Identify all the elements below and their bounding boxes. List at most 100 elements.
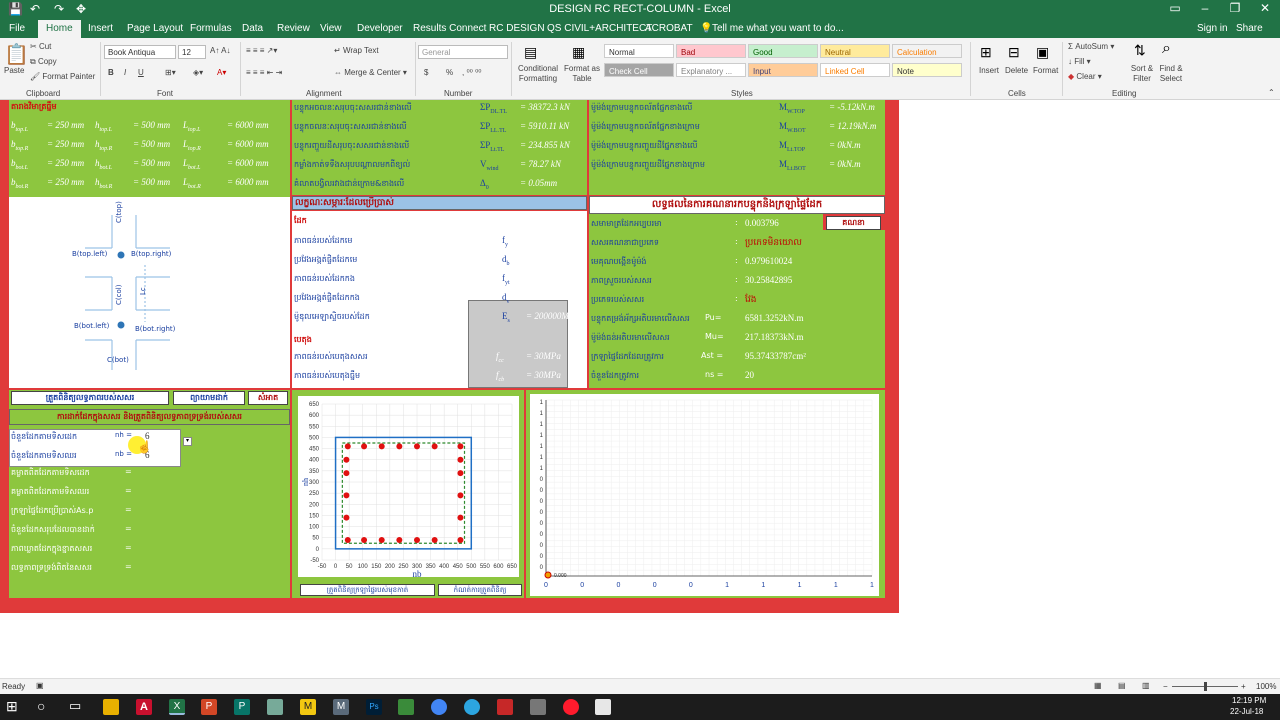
comma-icon[interactable]: , ⁰⁰ ⁰⁰ xyxy=(462,68,482,77)
cut-button[interactable]: ✂ Cut xyxy=(30,42,51,51)
format-cells-icon[interactable]: ▣ xyxy=(1036,44,1049,61)
format-cells-button[interactable]: Format xyxy=(1033,66,1058,75)
borders-icon[interactable]: ⊞▾ xyxy=(165,68,176,77)
ribbon-display-icon[interactable]: ▭ xyxy=(1160,1,1190,15)
conditional-format-icon[interactable]: ▤ xyxy=(524,44,537,61)
align-top-icons[interactable]: ≡ ≡ ≡ ↗▾ xyxy=(246,46,277,55)
underline-button[interactable]: U xyxy=(138,68,144,77)
try-place-button[interactable]: ព្យាយាមដាក់ xyxy=(173,391,245,405)
sign-in-link[interactable]: Sign in xyxy=(1197,23,1228,34)
opera-icon[interactable] xyxy=(563,699,579,715)
cell-style-input[interactable]: Input xyxy=(748,63,818,77)
font-color-icon[interactable]: A▾ xyxy=(217,68,226,77)
font-name-select[interactable]: Book Antiqua xyxy=(104,45,176,59)
share-button[interactable]: Share xyxy=(1236,23,1263,34)
page-layout-view-icon[interactable]: ▤ xyxy=(1118,681,1126,690)
clock-date[interactable]: 22-Jul-18 xyxy=(1230,707,1263,716)
cell-style-calculation[interactable]: Calculation xyxy=(892,44,962,58)
grow-font-icon[interactable]: A↑ A↓ xyxy=(210,46,230,55)
normal-view-icon[interactable]: ▦ xyxy=(1094,681,1102,690)
chrome-icon[interactable] xyxy=(431,699,447,715)
photoshop-icon[interactable]: Ps xyxy=(366,699,382,715)
clear-button[interactable]: ◆ Clear ▾ xyxy=(1068,72,1102,81)
check-capacity-button[interactable]: ត្រួតពិនិត្យលទ្ធភាពរបស់សសរ xyxy=(11,391,169,405)
paste-icon[interactable]: 📋 xyxy=(4,42,29,67)
tab-acrobat[interactable]: ACROBAT xyxy=(645,23,693,34)
italic-button[interactable]: I xyxy=(124,68,126,77)
delete-cells-button[interactable]: Delete xyxy=(1005,66,1028,75)
format-table-icon[interactable]: ▦ xyxy=(572,44,585,61)
clear-sheet-button[interactable]: សំអាត xyxy=(248,391,288,405)
cell-style-linked-cell[interactable]: Linked Cell xyxy=(820,63,890,77)
telegram-icon[interactable] xyxy=(464,699,480,715)
conditional-formatting-button[interactable]: Conditional Formatting xyxy=(514,64,562,84)
insert-cells-button[interactable]: Insert xyxy=(979,66,999,75)
zoom-out-button[interactable]: − xyxy=(1163,682,1168,691)
dropdown-arrow-icon[interactable]: ▾ xyxy=(183,437,192,446)
cell-style-neutral[interactable]: Neutral xyxy=(820,44,890,58)
sort-filter-button[interactable]: Sort & Filter xyxy=(1126,64,1158,84)
windows-start-icon[interactable]: ⊞ xyxy=(6,698,18,715)
paste-button[interactable]: Paste xyxy=(4,66,24,75)
tab-rc-design[interactable]: RC DESIGN xyxy=(489,23,545,34)
cell-style-explanatory-[interactable]: Explanatory ... xyxy=(676,63,746,77)
tab-file[interactable]: File xyxy=(9,23,25,34)
align-left-icons[interactable]: ≡ ≡ ≡ ⇤ ⇥ xyxy=(246,68,282,77)
tab-home[interactable]: Home xyxy=(38,20,81,38)
cell-style-good[interactable]: Good xyxy=(748,44,818,58)
bold-button[interactable]: B xyxy=(108,68,114,77)
mindmap-icon[interactable]: M xyxy=(300,699,316,715)
app-grey-icon[interactable] xyxy=(530,699,546,715)
project-icon[interactable]: P xyxy=(234,699,250,715)
matlab-icon[interactable]: M xyxy=(333,699,349,715)
find-select-button[interactable]: Find & Select xyxy=(1156,64,1186,84)
page-break-view-icon[interactable]: ▥ xyxy=(1142,681,1150,690)
find-select-icon[interactable]: ⌕ xyxy=(1162,40,1171,58)
task-view-icon[interactable]: ▭ xyxy=(69,698,81,714)
format-as-table-button[interactable]: Format as Table xyxy=(562,64,602,84)
number-format-select[interactable]: General xyxy=(418,45,508,59)
tell-me-input[interactable]: Tell me what you want to do... xyxy=(712,23,844,34)
format-painter-button[interactable]: 🖌 Format Painter xyxy=(30,72,95,81)
delete-cells-icon[interactable]: ⊟ xyxy=(1008,44,1020,61)
close-button[interactable]: ✕ xyxy=(1250,1,1280,15)
search-icon[interactable]: ○ xyxy=(37,698,45,714)
app-red-icon[interactable] xyxy=(497,699,513,715)
tab-page-layout[interactable]: Page Layout xyxy=(127,23,183,34)
powerpoint-icon[interactable]: P xyxy=(201,699,217,715)
cell-style-normal[interactable]: Normal xyxy=(604,44,674,58)
fill-color-icon[interactable]: ◈▾ xyxy=(193,68,203,77)
currency-button[interactable]: $ xyxy=(424,68,428,77)
tab-review[interactable]: Review xyxy=(277,23,310,34)
merge-center-button[interactable]: ⇔ Merge & Center ▾ xyxy=(334,68,407,77)
cell-style-note[interactable]: Note xyxy=(892,63,962,77)
zoom-slider-thumb[interactable] xyxy=(1204,682,1207,691)
percent-button[interactable]: % xyxy=(446,68,453,77)
minimize-button[interactable]: – xyxy=(1190,1,1220,15)
excel-icon[interactable]: X xyxy=(169,699,185,715)
zoom-level[interactable]: 100% xyxy=(1256,682,1276,691)
sort-filter-icon[interactable]: ⇅ xyxy=(1134,42,1146,59)
set-check-button[interactable]: កំណត់ការត្រួតពិនិត្យ xyxy=(438,584,522,596)
autocad-icon[interactable]: A xyxy=(136,699,152,715)
store-icon[interactable] xyxy=(595,699,611,715)
tab-developer[interactable]: Developer xyxy=(357,23,403,34)
copy-button[interactable]: ⧉ Copy xyxy=(30,57,57,67)
font-size-select[interactable]: 12 xyxy=(178,45,206,59)
cell-style-bad[interactable]: Bad xyxy=(676,44,746,58)
autosum-button[interactable]: Σ AutoSum ▾ xyxy=(1068,42,1114,51)
tab-insert[interactable]: Insert xyxy=(88,23,113,34)
tab-qs-civil[interactable]: QS CIVIL+ARCHITECT xyxy=(547,23,652,34)
tab-results-connect[interactable]: Results Connect xyxy=(413,23,486,34)
zoom-in-button[interactable]: + xyxy=(1241,682,1246,691)
app-icon[interactable] xyxy=(267,699,283,715)
wrap-text-button[interactable]: ↵ Wrap Text xyxy=(334,46,379,55)
restore-button[interactable]: ❐ xyxy=(1220,1,1250,15)
check-section-button[interactable]: ត្រួតពិនិត្យក្រឡាផ្ទៃរបស់មុខកាត់ xyxy=(300,584,435,596)
app-green-icon[interactable] xyxy=(398,699,414,715)
collapse-ribbon-icon[interactable]: ⌃ xyxy=(1268,88,1275,97)
file-explorer-icon[interactable] xyxy=(103,699,119,715)
macro-record-icon[interactable]: ▣ xyxy=(36,681,44,690)
fill-button[interactable]: ↓ Fill ▾ xyxy=(1068,57,1091,66)
tab-formulas[interactable]: Formulas xyxy=(190,23,232,34)
